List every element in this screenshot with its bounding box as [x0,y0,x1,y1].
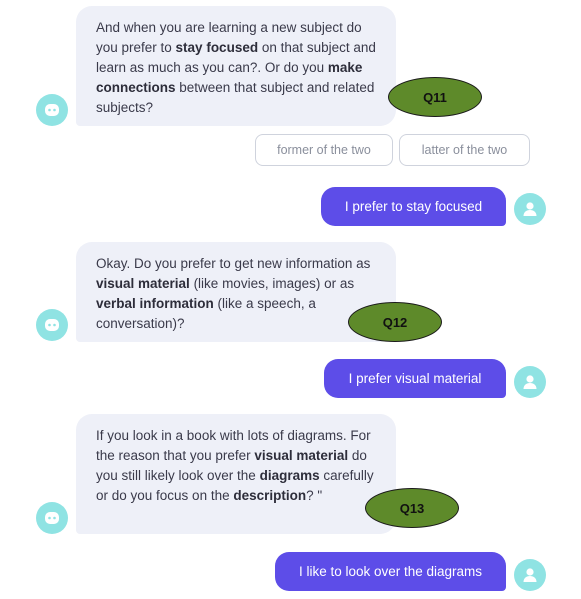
bot-avatar [36,309,68,341]
user-avatar [514,366,546,398]
user-person-icon [523,202,537,216]
message-text: Okay. Do you prefer to get new informati… [96,256,371,271]
chatbot-face-icon [45,104,59,116]
bold-text: description [233,488,307,503]
bot-message: Okay. Do you prefer to get new informati… [76,242,396,342]
question-label-q13: Q13 [365,488,459,528]
bold-text: visual material [96,276,190,291]
bot-message: If you look in a book with lots of diagr… [76,414,396,534]
bold-text: visual material [254,448,349,463]
user-avatar [514,559,546,591]
bold-text: stay focused [175,40,259,55]
bot-message: And when you are learning a new subject … [76,6,396,126]
message-text: (like movies, images) or as [189,276,355,291]
user-person-icon [523,375,537,389]
user-avatar [514,193,546,225]
bold-text: verbal information [96,296,214,311]
bold-text: diagrams [259,468,320,483]
quick-reply-latter[interactable]: latter of the two [399,134,530,166]
user-person-icon [523,568,537,582]
chatbot-face-icon [45,512,59,524]
question-label-q11: Q11 [388,77,482,117]
user-message: I prefer to stay focused [321,187,506,226]
user-message: I like to look over the diagrams [275,552,506,591]
chatbot-face-icon [45,319,59,331]
message-text: ? " [306,488,323,503]
bot-avatar [36,94,68,126]
question-label-q12: Q12 [348,302,442,342]
bot-avatar [36,502,68,534]
quick-reply-former[interactable]: former of the two [255,134,393,166]
user-message: I prefer visual material [324,359,506,398]
